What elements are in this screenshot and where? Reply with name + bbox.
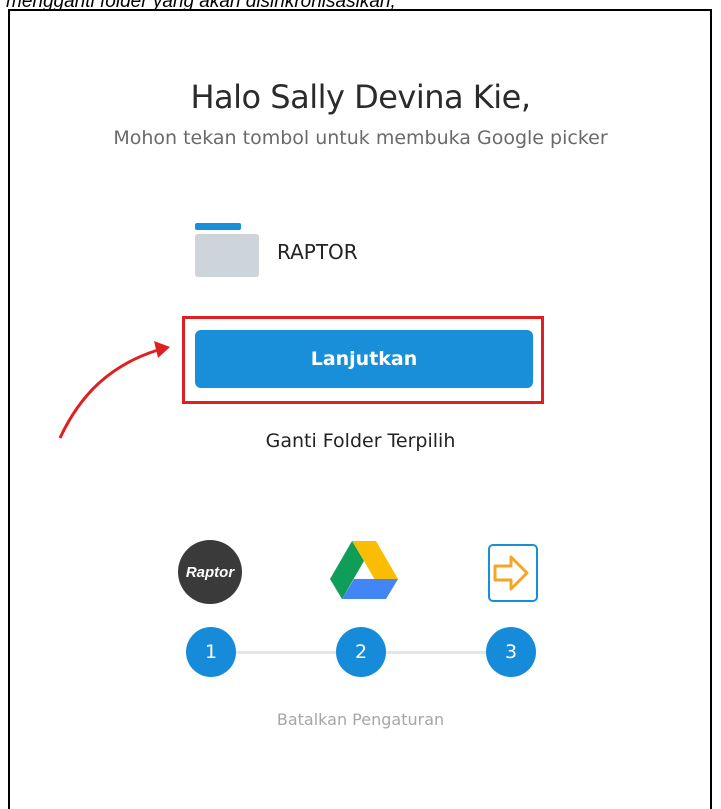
- raptor-logo: Raptor: [178, 540, 242, 604]
- greeting-title: Halo Sally Devina Kie,: [190, 78, 531, 116]
- change-folder-link[interactable]: Ganti Folder Terpilih: [0, 430, 721, 452]
- folder-name: RAPTOR: [277, 240, 358, 264]
- raptor-logo-text: Raptor: [185, 563, 235, 581]
- folder-icon: [195, 223, 259, 277]
- step-3-indicator: 3: [486, 627, 536, 677]
- cancel-setup-link[interactable]: Batalkan Pengaturan: [0, 710, 721, 729]
- stepper-connector-2: [386, 651, 486, 654]
- stepper-connector-1: [236, 651, 336, 654]
- import-icon: [488, 544, 538, 602]
- step-1-indicator: 1: [186, 627, 236, 677]
- google-drive-logo: [330, 541, 398, 599]
- instruction-text: Mohon tekan tombol untuk membuka Google …: [113, 127, 608, 149]
- continue-button[interactable]: Lanjutkan: [195, 330, 533, 388]
- step-2-indicator: 2: [336, 627, 386, 677]
